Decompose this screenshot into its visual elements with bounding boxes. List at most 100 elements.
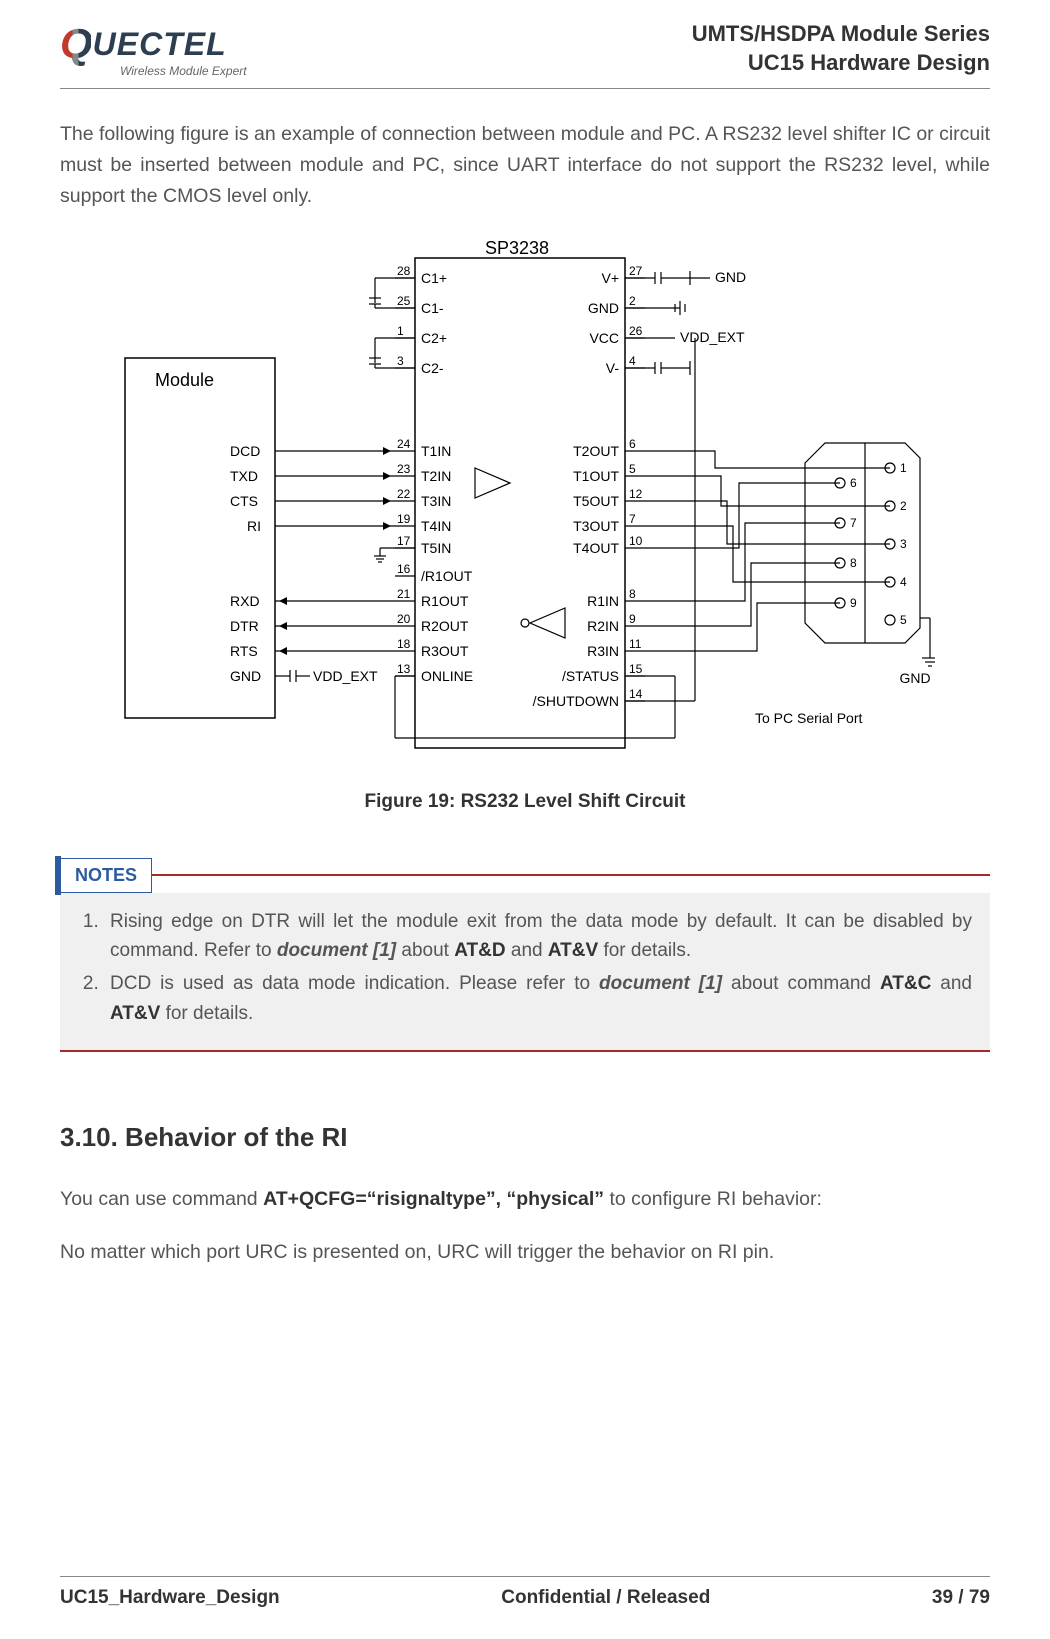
svg-text:VDD_EXT: VDD_EXT — [680, 329, 745, 345]
svg-text:10: 10 — [629, 534, 643, 548]
svg-text:/R1OUT: /R1OUT — [421, 568, 473, 584]
svg-text:19: 19 — [397, 512, 411, 526]
svg-text:T5OUT: T5OUT — [573, 493, 619, 509]
svg-text:8: 8 — [629, 587, 636, 601]
svg-text:RTS: RTS — [230, 643, 258, 659]
svg-text:T5IN: T5IN — [421, 540, 451, 556]
svg-text:27: 27 — [629, 264, 643, 278]
svg-text:20: 20 — [397, 612, 411, 626]
svg-text:T2IN: T2IN — [421, 468, 451, 484]
logo-brand: UECTEL — [93, 26, 227, 63]
logo-tagline: Wireless Module Expert — [120, 64, 247, 78]
svg-text:T2OUT: T2OUT — [573, 443, 619, 459]
svg-text:4: 4 — [900, 575, 907, 589]
svg-text:7: 7 — [850, 516, 857, 530]
svg-text:11: 11 — [629, 637, 642, 651]
notes-tab: NOTES — [60, 858, 152, 893]
svg-text:9: 9 — [629, 612, 636, 626]
svg-text:R1IN: R1IN — [587, 593, 619, 609]
svg-text:17: 17 — [397, 534, 411, 548]
svg-text:8: 8 — [850, 556, 857, 570]
header-doc-title: UC15 Hardware Design — [692, 49, 990, 78]
header-right: UMTS/HSDPA Module Series UC15 Hardware D… — [692, 20, 990, 77]
svg-text:25: 25 — [397, 294, 411, 308]
svg-text:5: 5 — [629, 462, 636, 476]
note-item-2: DCD is used as data mode indication. Ple… — [104, 969, 972, 1028]
svg-text:5: 5 — [900, 613, 907, 627]
svg-text:16: 16 — [397, 562, 411, 576]
svg-text:CTS: CTS — [230, 493, 258, 509]
svg-text:4: 4 — [629, 354, 636, 368]
footer-center: Confidential / Released — [501, 1587, 710, 1609]
intro-paragraph: The following figure is an example of co… — [60, 119, 990, 213]
section-title: 3.10. Behavior of the RI — [60, 1122, 990, 1153]
svg-text:R3OUT: R3OUT — [421, 643, 469, 659]
notes-header: NOTES — [60, 858, 990, 893]
svg-text:3: 3 — [397, 354, 404, 368]
logo-block: Q UECTEL Wireless Module Expert — [60, 20, 247, 78]
svg-text:24: 24 — [397, 437, 411, 451]
svg-text:9: 9 — [850, 596, 857, 610]
svg-text:C2-: C2- — [421, 360, 444, 376]
svg-text:21: 21 — [397, 587, 411, 601]
svg-text:T1OUT: T1OUT — [573, 468, 619, 484]
svg-text:RXD: RXD — [230, 593, 260, 609]
svg-text:To PC Serial Port: To PC Serial Port — [755, 710, 862, 726]
svg-text:26: 26 — [629, 324, 643, 338]
svg-text:C1-: C1- — [421, 300, 444, 316]
svg-text:R1OUT: R1OUT — [421, 593, 469, 609]
svg-text:22: 22 — [397, 487, 411, 501]
svg-text:T4OUT: T4OUT — [573, 540, 619, 556]
svg-text:SP3238: SP3238 — [485, 238, 549, 258]
page-header: Q UECTEL Wireless Module Expert UMTS/HSD… — [60, 20, 990, 89]
svg-text:GND: GND — [588, 300, 619, 316]
svg-text:C2+: C2+ — [421, 330, 447, 346]
svg-text:DTR: DTR — [230, 618, 259, 634]
section-p1: You can use command AT+QCFG=“risignaltyp… — [60, 1183, 990, 1216]
svg-text:VCC: VCC — [589, 330, 619, 346]
footer-right: 39 / 79 — [932, 1587, 990, 1609]
svg-text:V+: V+ — [601, 270, 619, 286]
svg-text:R2IN: R2IN — [587, 618, 619, 634]
svg-text:6: 6 — [629, 437, 636, 451]
svg-text:R3IN: R3IN — [587, 643, 619, 659]
svg-text:28: 28 — [397, 264, 411, 278]
svg-text:1: 1 — [900, 461, 907, 475]
svg-text:14: 14 — [629, 687, 643, 701]
circuit-diagram: .bx{fill:none;stroke:#000;stroke-width:1… — [115, 238, 935, 768]
svg-text:/SHUTDOWN: /SHUTDOWN — [533, 693, 619, 709]
svg-text:TXD: TXD — [230, 468, 258, 484]
svg-text:12: 12 — [629, 487, 643, 501]
note-item-1: Rising edge on DTR will let the module e… — [104, 907, 972, 966]
svg-text:T3OUT: T3OUT — [573, 518, 619, 534]
svg-text:1: 1 — [397, 324, 404, 338]
header-series: UMTS/HSDPA Module Series — [692, 20, 990, 49]
svg-text:23: 23 — [397, 462, 411, 476]
svg-text:13: 13 — [397, 662, 411, 676]
svg-text:6: 6 — [850, 476, 857, 490]
footer-left: UC15_Hardware_Design — [60, 1587, 280, 1609]
svg-text:RI: RI — [247, 518, 261, 534]
svg-text:T1IN: T1IN — [421, 443, 451, 459]
svg-text:7: 7 — [629, 512, 636, 526]
svg-text:C1+: C1+ — [421, 270, 447, 286]
svg-text:Module: Module — [155, 370, 214, 390]
figure-caption: Figure 19: RS232 Level Shift Circuit — [60, 791, 990, 813]
svg-text:ONLINE: ONLINE — [421, 668, 473, 684]
svg-text:GND: GND — [899, 670, 930, 686]
svg-text:R2OUT: R2OUT — [421, 618, 469, 634]
svg-text:2: 2 — [629, 294, 636, 308]
svg-text:VDD_EXT: VDD_EXT — [313, 668, 378, 684]
notes-line — [151, 874, 990, 876]
notes-body: Rising edge on DTR will let the module e… — [60, 893, 990, 1053]
svg-text:/STATUS: /STATUS — [562, 668, 619, 684]
svg-text:DCD: DCD — [230, 443, 260, 459]
svg-text:T3IN: T3IN — [421, 493, 451, 509]
svg-text:18: 18 — [397, 637, 411, 651]
svg-text:2: 2 — [900, 499, 907, 513]
svg-text:GND: GND — [715, 269, 746, 285]
svg-text:T4IN: T4IN — [421, 518, 451, 534]
section-p2: No matter which port URC is presented on… — [60, 1236, 990, 1269]
page-footer: UC15_Hardware_Design Confidential / Rele… — [60, 1576, 990, 1609]
svg-text:GND: GND — [230, 668, 261, 684]
